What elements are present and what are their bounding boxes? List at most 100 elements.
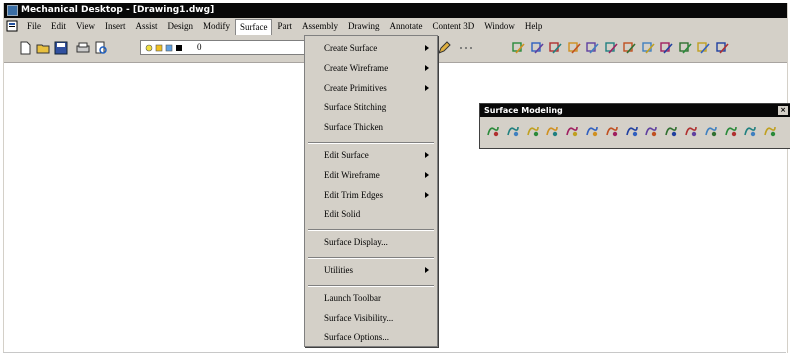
flowline-icon[interactable] <box>704 124 718 138</box>
app-icon <box>7 5 18 16</box>
menu-item-label: Launch Toolbar <box>324 292 381 303</box>
menu-modify[interactable]: Modify <box>198 18 235 35</box>
sweep-icon[interactable] <box>526 124 540 138</box>
preview-icon[interactable] <box>94 41 108 55</box>
menu-item-create-wireframe[interactable]: Create Wireframe <box>305 60 437 76</box>
menu-separator <box>308 142 434 144</box>
menu-item-surface-options[interactable]: Surface Options... <box>305 329 437 345</box>
menu-item-surface-display[interactable]: Surface Display... <box>305 234 437 250</box>
menu-item-label: Utilities <box>324 265 353 275</box>
menu-item-label: Surface Visibility... <box>324 312 394 323</box>
submenu-arrow-icon <box>425 267 429 273</box>
fillet-icon[interactable] <box>641 41 656 55</box>
menu-edit[interactable]: Edit <box>46 18 71 35</box>
menu-item-label: Create Primitives <box>324 82 387 93</box>
menu-item-label: Create Wireframe <box>324 62 389 73</box>
menu-item-label: Edit Trim Edges <box>324 189 384 200</box>
properties-icon[interactable] <box>715 41 730 55</box>
menu-drawing[interactable]: Drawing <box>343 18 385 35</box>
menu-item-edit-solid[interactable]: Edit Solid <box>305 206 437 222</box>
menu-assist[interactable]: Assist <box>130 18 162 35</box>
submenu-arrow-icon <box>425 191 429 198</box>
window-bottom-border <box>3 352 786 353</box>
document-icon[interactable] <box>6 20 18 32</box>
copy-icon[interactable] <box>604 41 619 55</box>
rotate-icon[interactable] <box>567 41 582 55</box>
move-icon[interactable] <box>586 41 600 55</box>
menu-item-edit-surface[interactable]: Edit Surface <box>305 147 437 163</box>
pline-icon[interactable] <box>530 41 545 55</box>
trim-icon[interactable] <box>664 124 678 138</box>
close-icon[interactable]: × <box>778 106 788 115</box>
corner-icon[interactable] <box>625 124 639 138</box>
menu-separator <box>308 284 434 287</box>
cut-icon[interactable] <box>743 124 757 138</box>
menu-part[interactable]: Part <box>272 18 297 35</box>
menu-item-label: Edit Wireframe <box>324 169 380 180</box>
menu-item-label: Create Surface <box>324 43 378 53</box>
menu-item-create-primitives[interactable]: Create Primitives <box>305 80 437 96</box>
floating-toolbar-title: Surface Modeling <box>484 106 563 115</box>
menu-view[interactable]: View <box>71 18 100 35</box>
submenu-arrow-icon <box>425 45 429 51</box>
menu-surface[interactable]: Surface <box>235 19 273 35</box>
menu-item-label: Surface Options... <box>324 332 389 343</box>
menu-item-edit-trim-edges[interactable]: Edit Trim Edges <box>305 187 437 203</box>
menu-assembly[interactable]: Assembly <box>297 18 343 35</box>
revolve-icon[interactable] <box>506 124 520 138</box>
menu-annotate[interactable]: Annotate <box>384 18 427 35</box>
surface-modeling-toolbar[interactable]: Surface Modeling × <box>479 103 790 149</box>
more-dropdown-icon[interactable] <box>456 41 476 55</box>
menu-item-create-surface[interactable]: Create Surface <box>305 40 437 56</box>
menu-separator <box>308 229 434 232</box>
layer-name: 0 <box>197 42 202 52</box>
menu-item-label: Surface Display... <box>324 237 388 248</box>
blend-icon[interactable] <box>565 124 579 138</box>
fillet-icon[interactable] <box>605 124 619 138</box>
menu-design[interactable]: Design <box>163 18 199 35</box>
auto-icon[interactable] <box>763 124 777 138</box>
submenu-arrow-icon <box>425 84 429 91</box>
layer-dropdown[interactable]: 0 <box>140 40 306 55</box>
title-bar[interactable]: Mechanical Desktop - [Drawing1.dwg] <box>4 3 787 18</box>
menu-bar: File Edit View Insert Assist Design Modify Surf… <box>4 18 787 35</box>
trim-icon[interactable] <box>678 41 693 55</box>
extend-icon[interactable] <box>684 124 698 138</box>
menu-item-surface-visibility[interactable]: Surface Visibility... <box>305 310 437 326</box>
join-icon[interactable] <box>644 124 658 138</box>
menu-items: File Edit View Insert Assist Design Modify Surf… <box>22 18 547 35</box>
submenu-arrow-icon <box>425 64 429 71</box>
menu-separator <box>308 257 434 259</box>
rect-icon[interactable] <box>549 41 563 55</box>
menu-help[interactable]: Help <box>520 18 548 35</box>
menu-item-utilities[interactable]: Utilities <box>305 262 437 278</box>
open-icon[interactable] <box>36 41 50 55</box>
menu-item-surface-thicken[interactable]: Surface Thicken <box>305 119 437 135</box>
menu-item-launch-toolbar[interactable]: Launch Toolbar <box>305 290 437 306</box>
loft-icon[interactable] <box>545 124 559 138</box>
menu-item-edit-wireframe[interactable]: Edit Wireframe <box>305 167 437 183</box>
application-window: Mechanical Desktop - [Drawing1.dwg] File… <box>3 3 790 353</box>
save-icon[interactable] <box>54 41 68 55</box>
layer-state-icons <box>145 44 182 52</box>
mirror-icon[interactable] <box>623 41 637 55</box>
menu-item-surface-stitching[interactable]: Surface Stitching <box>305 99 437 115</box>
menu-content-3d[interactable]: Content 3D <box>427 18 479 35</box>
menu-file[interactable]: File <box>22 18 46 35</box>
menu-window[interactable]: Window <box>479 18 520 35</box>
new-icon[interactable] <box>18 41 32 55</box>
submenu-arrow-icon <box>425 152 429 158</box>
surface-icon[interactable] <box>486 124 500 138</box>
pencil-icon[interactable] <box>437 41 451 55</box>
floating-toolbar-title-bar[interactable]: Surface Modeling × <box>480 104 790 117</box>
menu-insert[interactable]: Insert <box>100 18 131 35</box>
print-icon[interactable] <box>76 41 90 55</box>
line-icon[interactable] <box>512 41 526 55</box>
chamfer-icon[interactable] <box>660 41 674 55</box>
offset-icon[interactable] <box>585 124 599 138</box>
menu-item-label: Edit Solid <box>324 209 361 220</box>
surface-menu: Create Surface Create Wireframe Create Pri… <box>304 35 438 347</box>
project-icon[interactable] <box>724 124 738 138</box>
submenu-arrow-icon <box>425 171 429 178</box>
extend-icon[interactable] <box>697 41 711 55</box>
